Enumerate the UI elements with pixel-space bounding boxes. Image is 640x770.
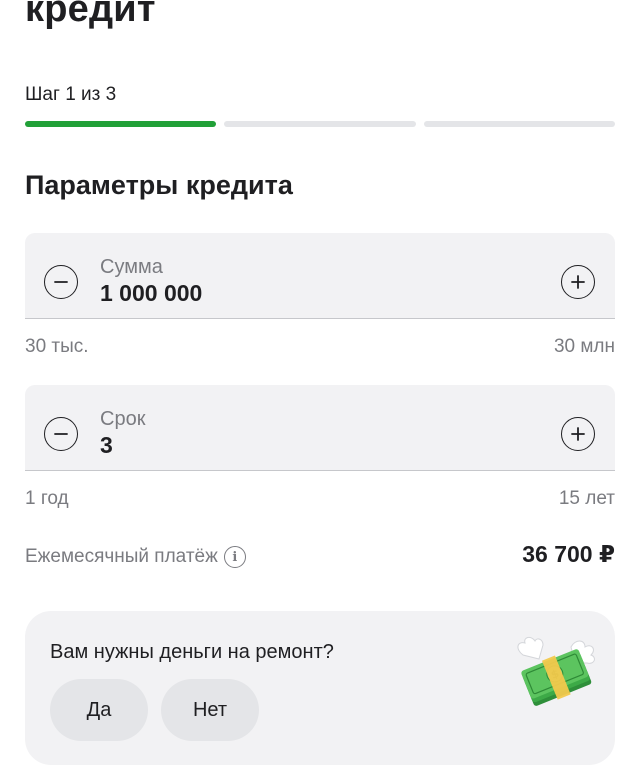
amount-increase-button[interactable] [561,265,595,299]
amount-value[interactable]: 1 000 000 [100,280,202,307]
progress-segment-3 [423,121,615,127]
section-title: Параметры кредита [25,170,293,200]
yes-button[interactable]: Да [50,679,148,741]
no-button[interactable]: Нет [161,679,259,741]
flying-money-icon: $ [517,636,595,706]
plus-icon [571,427,585,441]
amount-stepper[interactable]: Сумма 1 000 000 [25,233,615,319]
term-min-label: 1 год [25,488,69,509]
minus-icon [54,281,68,283]
credit-application-page: кредит Шаг 1 из 3 Параметры кредита Сумм… [0,0,640,770]
term-max-label: 15 лет [558,488,615,509]
step-indicator-label: Шаг 1 из 3 [25,84,117,105]
amount-label: Сумма [100,256,163,278]
monthly-payment-label-row: Ежемесячный платёж i [25,546,246,568]
step-progress-bar [25,121,615,127]
term-value[interactable]: 3 [100,432,113,459]
progress-segment-2 [224,121,416,127]
wing-left [517,636,544,660]
question-text: Вам нужны деньги на ремонт? [50,641,334,663]
monthly-payment-value: 36 700 ₽ [522,541,615,567]
page-title: кредит [25,0,156,30]
amount-min-label: 30 тыс. [25,336,89,357]
term-label: Срок [100,408,146,430]
minus-icon [54,433,68,435]
amount-max-label: 30 млн [553,336,615,357]
monthly-payment-label: Ежемесячный платёж [25,546,218,567]
plus-icon [571,275,585,289]
term-increase-button[interactable] [561,417,595,451]
progress-segment-1 [25,121,217,127]
renovation-question-card: Вам нужны деньги на ремонт? Да Нет $ [25,611,615,765]
term-stepper[interactable]: Срок 3 [25,385,615,471]
term-decrease-button[interactable] [44,417,78,451]
amount-decrease-button[interactable] [44,265,78,299]
info-icon[interactable]: i [223,546,246,568]
